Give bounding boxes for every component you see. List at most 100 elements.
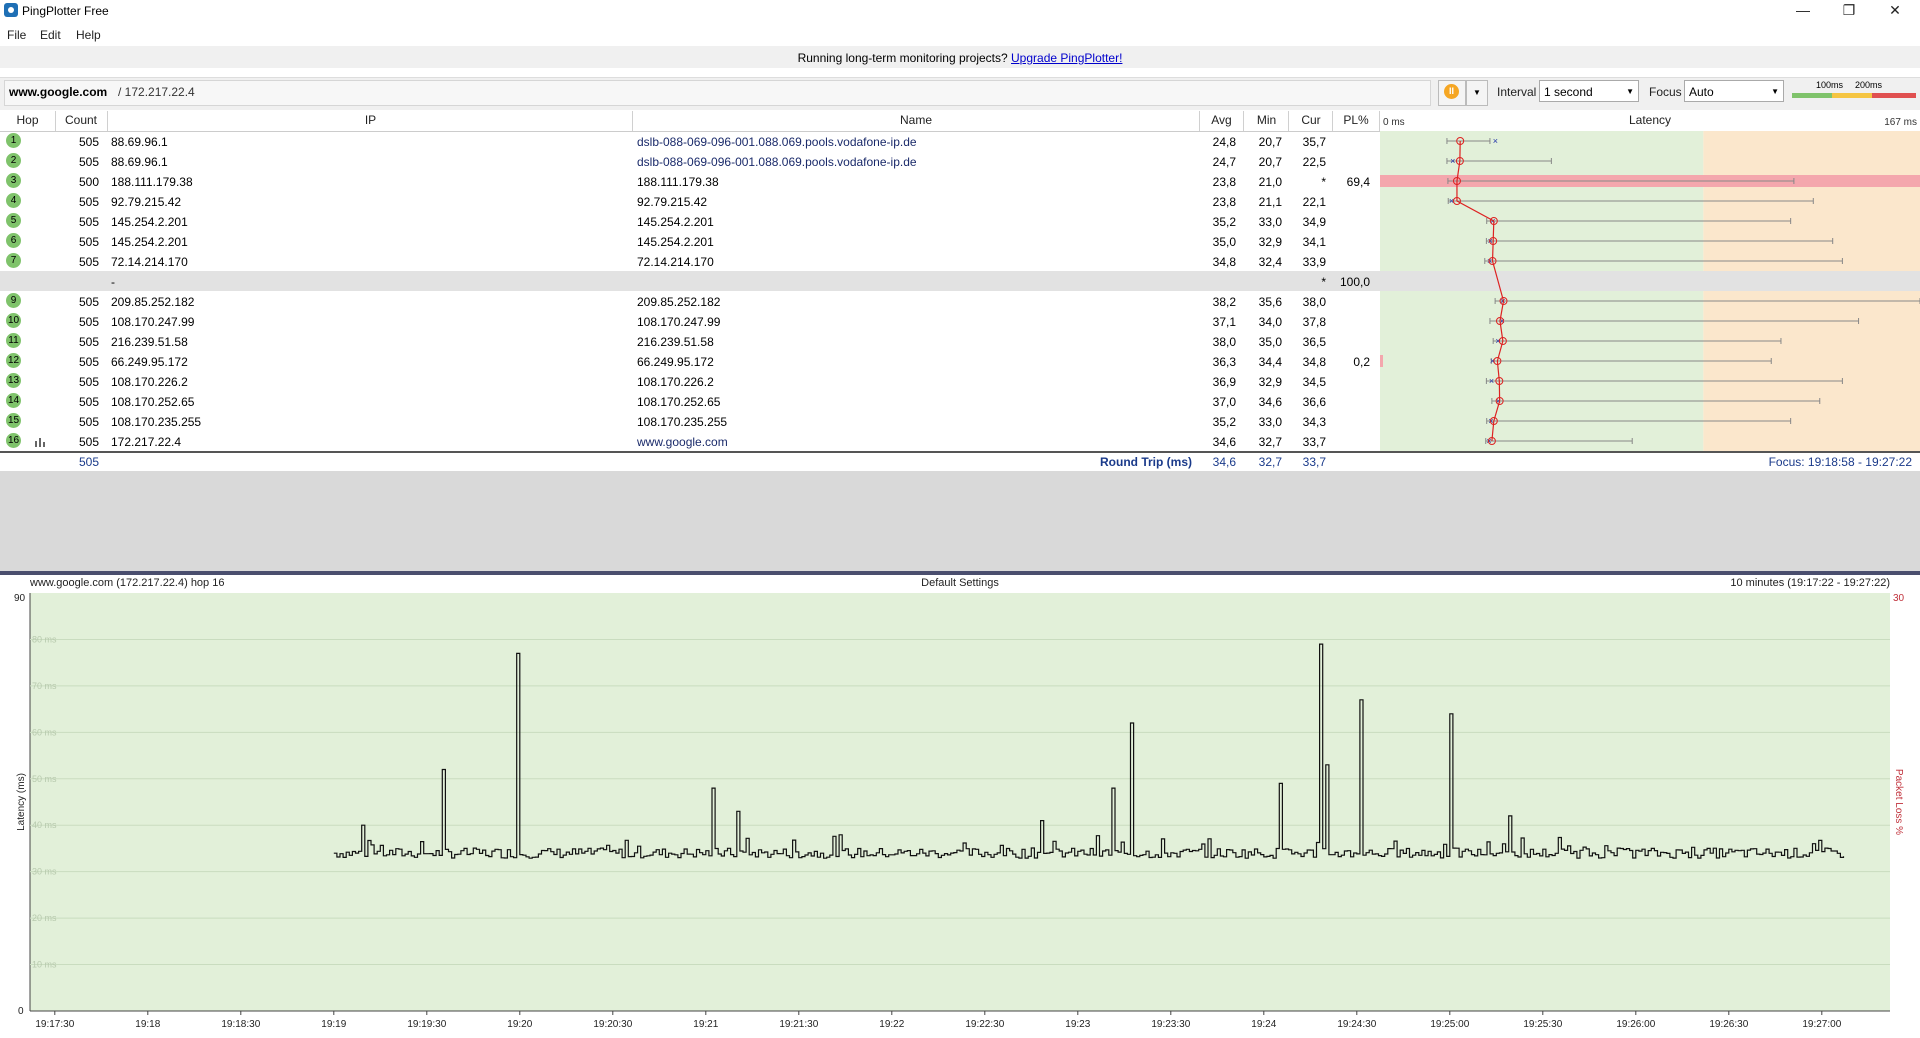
menu-edit[interactable]: Edit bbox=[40, 28, 61, 42]
col-count-header[interactable]: Count bbox=[55, 113, 107, 127]
maximize-button[interactable]: ❐ bbox=[1826, 0, 1872, 22]
latency-title: Latency bbox=[1629, 113, 1671, 127]
hop-number: 13 bbox=[6, 373, 21, 388]
cell-count: 505 bbox=[78, 155, 99, 169]
gridline-label: 20 ms bbox=[32, 913, 57, 923]
x-tick-label: 19:23 bbox=[1065, 1019, 1090, 1030]
minimize-button[interactable]: — bbox=[1780, 0, 1826, 22]
current-latency-marker: × bbox=[1450, 156, 1455, 166]
scale-red bbox=[1872, 93, 1916, 98]
cell-min: 32,9 bbox=[1258, 375, 1282, 389]
column-divider[interactable] bbox=[1332, 111, 1333, 131]
promo-text: Running long-term monitoring projects? bbox=[797, 51, 1008, 65]
y2-axis-max-label: 30 bbox=[1893, 593, 1905, 604]
cell-avg: 38,2 bbox=[1212, 295, 1236, 309]
pause-icon: II bbox=[1444, 84, 1459, 99]
col-cur-header[interactable]: Cur bbox=[1289, 113, 1333, 127]
summary-min: 32,7 bbox=[1258, 455, 1282, 469]
cell-name: dslb-088-069-096-001.088.069.pools.vodaf… bbox=[637, 155, 917, 169]
cell-count: 505 bbox=[78, 415, 99, 429]
menu-file[interactable]: File bbox=[7, 28, 26, 42]
cell-avg: 34,6 bbox=[1212, 435, 1236, 449]
cell-avg: 37,0 bbox=[1212, 395, 1236, 409]
graph-range[interactable]: 10 minutes (19:17:22 - 19:27:22) bbox=[1600, 577, 1890, 589]
interval-select[interactable]: 1 second ▼ bbox=[1539, 80, 1639, 102]
latency-graph[interactable]: 80 ms 70 ms 60 ms 50 ms 40 ms 30 ms 20 ms 10 ms… bbox=[0, 591, 1920, 1038]
cell-avg: 34,8 bbox=[1212, 255, 1236, 269]
col-avg-header[interactable]: Avg bbox=[1200, 113, 1243, 127]
target-host: www.google.com bbox=[9, 85, 108, 99]
upgrade-link[interactable]: Upgrade PingPlotter! bbox=[1011, 51, 1122, 65]
hop-number: 4 bbox=[6, 193, 21, 208]
cell-cur: 33,9 bbox=[1302, 255, 1326, 269]
cell-ip: 88.69.96.1 bbox=[111, 135, 168, 149]
x-tick-label: 19:17:30 bbox=[35, 1019, 74, 1030]
cell-name: 188.111.179.38 bbox=[637, 175, 719, 189]
scale-label-200: 200ms bbox=[1855, 80, 1883, 90]
cell-name: www.google.com bbox=[637, 435, 728, 449]
column-divider[interactable] bbox=[55, 111, 56, 131]
col-pl-header[interactable]: PL% bbox=[1333, 113, 1379, 127]
cell-cur: * bbox=[1321, 175, 1326, 189]
x-tick-label: 19:22 bbox=[879, 1019, 904, 1030]
col-name-header[interactable]: Name bbox=[633, 113, 1199, 127]
hop-number: 15 bbox=[6, 413, 21, 428]
cell-avg: 23,8 bbox=[1212, 175, 1236, 189]
cell-ip: - bbox=[111, 275, 115, 289]
cell-name: 92.79.215.42 bbox=[637, 195, 708, 209]
hop-number: 7 bbox=[6, 253, 21, 268]
scale-yellow bbox=[1832, 93, 1872, 98]
col-min-header[interactable]: Min bbox=[1244, 113, 1289, 127]
summary-label: Round Trip (ms) bbox=[1100, 455, 1192, 469]
cell-name: 108.170.235.255 bbox=[637, 415, 728, 429]
cell-name: 216.239.51.58 bbox=[637, 335, 714, 349]
cell-ip: 72.14.214.170 bbox=[111, 255, 188, 269]
cell-name: 108.170.247.99 bbox=[637, 315, 721, 329]
col-ip-header[interactable]: IP bbox=[108, 113, 633, 127]
cell-ip: 209.85.252.182 bbox=[111, 295, 195, 309]
cell-pl: 0,2 bbox=[1353, 355, 1370, 369]
title-bar bbox=[0, 0, 1920, 22]
hop-number: 14 bbox=[6, 393, 21, 408]
column-divider[interactable] bbox=[632, 111, 633, 131]
cell-min: 32,9 bbox=[1258, 235, 1282, 249]
menu-help[interactable]: Help bbox=[76, 28, 101, 42]
target-field[interactable] bbox=[4, 80, 1431, 106]
cell-avg: 23,8 bbox=[1212, 195, 1236, 209]
cell-avg: 24,7 bbox=[1212, 155, 1236, 169]
cell-min: 32,7 bbox=[1258, 435, 1282, 449]
cell-count: 505 bbox=[78, 315, 99, 329]
scale-green bbox=[1792, 93, 1832, 98]
cell-ip: 188.111.179.38 bbox=[111, 175, 193, 189]
cell-min: 20,7 bbox=[1258, 135, 1282, 149]
pause-dropdown-button[interactable]: ▼ bbox=[1466, 80, 1488, 106]
cell-min: 33,0 bbox=[1258, 215, 1282, 229]
close-button[interactable]: ✕ bbox=[1872, 0, 1918, 22]
interval-label: Interval bbox=[1497, 85, 1537, 99]
bar-chart-icon[interactable] bbox=[34, 436, 46, 447]
cell-ip: 92.79.215.42 bbox=[111, 195, 182, 209]
hop-number: 6 bbox=[6, 233, 21, 248]
cell-cur: 34,5 bbox=[1302, 375, 1326, 389]
cell-avg: 35,2 bbox=[1212, 215, 1236, 229]
y2-axis-title: Packet Loss % bbox=[1893, 769, 1904, 835]
summary-cur: 33,7 bbox=[1302, 455, 1326, 469]
cell-ip: 145.254.2.201 bbox=[111, 235, 188, 249]
col-hop-header[interactable]: Hop bbox=[0, 113, 55, 127]
focus-select[interactable]: Auto ▼ bbox=[1684, 80, 1784, 102]
cell-ip: 108.170.235.255 bbox=[111, 415, 202, 429]
cell-name: 209.85.252.182 bbox=[637, 295, 721, 309]
column-divider[interactable] bbox=[107, 111, 108, 131]
scale-label-100: 100ms bbox=[1816, 80, 1844, 90]
hop-number: 11 bbox=[6, 333, 21, 348]
column-divider[interactable] bbox=[1243, 111, 1244, 131]
cell-ip: 66.249.95.172 bbox=[111, 355, 188, 369]
x-tick-label: 19:26:30 bbox=[1709, 1019, 1748, 1030]
empty-pane bbox=[0, 471, 1920, 571]
cell-avg: 24,8 bbox=[1212, 135, 1236, 149]
column-divider[interactable] bbox=[1288, 111, 1289, 131]
cell-ip: 172.217.22.4 bbox=[111, 435, 182, 449]
column-divider[interactable] bbox=[1199, 111, 1200, 131]
cell-cur: 37,8 bbox=[1302, 315, 1326, 329]
cell-name: 108.170.252.65 bbox=[637, 395, 721, 409]
